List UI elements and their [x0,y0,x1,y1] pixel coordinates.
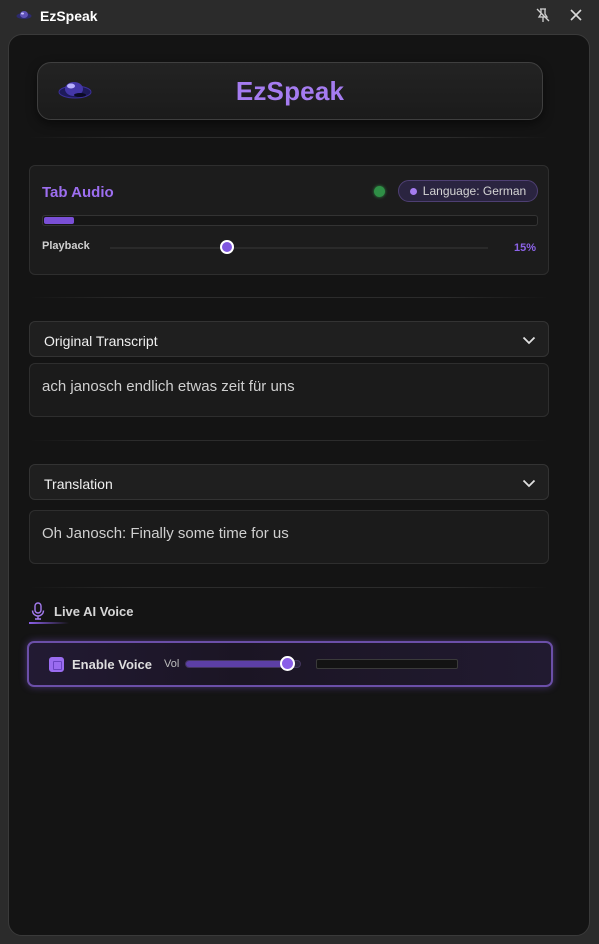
ufo-icon [16,11,32,19]
chevron-down-icon[interactable] [522,477,536,489]
divider [29,440,549,441]
transcript-box: ach janosch endlich etwas zeit für uns [29,363,549,417]
translation-header-label: Translation [44,476,113,492]
live-voice-section-header: Live AI Voice [29,601,229,627]
brand-header: EzSpeak [37,62,543,120]
volume-label: Vol [164,658,180,670]
chevron-down-icon[interactable] [522,334,536,346]
divider [29,137,549,138]
enable-voice-label[interactable]: Enable Voice [72,657,152,672]
playback-label: Playback [42,240,90,252]
divider [29,587,549,588]
playback-percent: 15% [513,242,536,254]
translation-header[interactable]: Translation [29,464,549,500]
tab-audio-title: Tab Audio [42,184,114,201]
translation-text: Oh Janosch: Finally some time for us [42,525,289,542]
transcript-text: ach janosch endlich etwas zeit für uns [42,378,295,395]
badge-dot [409,187,417,195]
enable-voice-checkbox[interactable] [49,657,64,672]
window-title: EzSpeak [40,8,98,24]
microphone-icon [31,602,45,620]
voice-output-meter [316,659,458,669]
transcript-header[interactable]: Original Transcript [29,321,549,357]
close-icon[interactable] [568,7,584,23]
main-panel: EzSpeak Tab Audio Language: German Playb… [8,34,590,936]
playback-slider-thumb[interactable] [220,240,235,254]
title-bar: EzSpeak [0,0,599,32]
playback-slider-track[interactable] [110,247,488,249]
pin-off-icon[interactable] [535,7,551,23]
checkbox-inner [53,661,62,670]
volume-slider-fill [186,661,287,667]
section-underline [29,622,69,624]
audio-level-bar [42,215,538,226]
translation-box: Oh Janosch: Finally some time for us [29,510,549,564]
brand-title: EzSpeak [235,76,345,106]
divider [29,297,549,298]
tab-audio-card: Tab Audio Language: German Playback 15% [29,165,549,275]
transcript-header-label: Original Transcript [44,333,158,349]
live-voice-label: Live AI Voice [54,604,134,619]
audio-level-fill [44,217,74,224]
status-indicator [374,186,385,197]
volume-slider-thumb[interactable] [279,656,295,671]
language-label: Language: German [422,184,527,198]
voice-control-card: Enable Voice Vol [27,641,553,687]
language-badge[interactable]: Language: German [398,180,538,202]
